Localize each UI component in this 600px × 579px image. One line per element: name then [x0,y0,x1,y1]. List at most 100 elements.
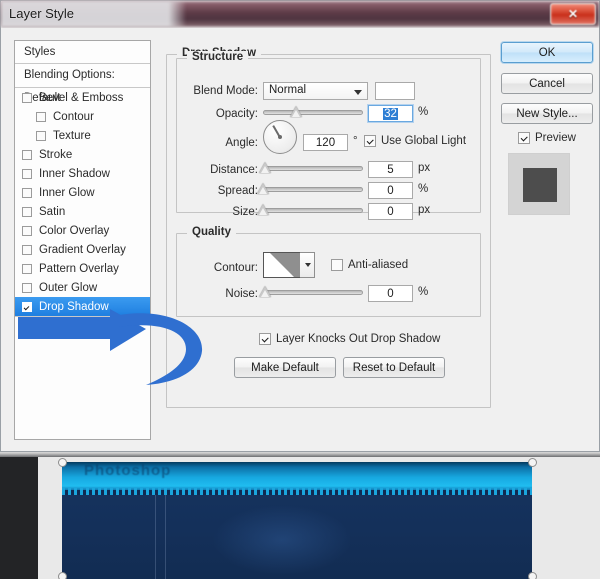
spread-slider-thumb[interactable] [257,183,269,194]
anti-aliased-checkbox[interactable] [331,259,343,271]
layer-knocks-out-label: Layer Knocks Out Drop Shadow [276,333,441,345]
shadow-color-swatch[interactable] [375,82,415,100]
gradient-overlay-checkbox[interactable] [22,244,32,255]
transform-handle[interactable] [58,458,67,467]
drop-shadow-checkbox[interactable] [22,301,32,312]
dialog-actions-panel: OK Cancel New Style... Preview [501,40,593,440]
use-global-light-checkbox[interactable] [364,135,376,147]
ok-button[interactable]: OK [501,42,593,63]
sidebar-item-inner-shadow[interactable]: Inner Shadow [15,164,150,183]
sidebar-item-texture[interactable]: Texture [15,126,150,145]
noise-slider-track [263,290,363,295]
transform-handle[interactable] [528,572,537,579]
transform-handle[interactable] [528,458,537,467]
angle-dial-hub [278,135,282,139]
size-slider[interactable] [257,203,363,217]
spread-input[interactable]: 0 [368,182,413,199]
opacity-value: 32 [383,108,398,120]
sidebar-item-label: Satin [39,205,66,218]
distance-input[interactable]: 5 [368,161,413,178]
blend-mode-select[interactable]: Normal [263,82,368,100]
distance-slider-thumb[interactable] [259,162,271,173]
layer-knocks-out-checkbox-row[interactable]: Layer Knocks Out Drop Shadow [259,333,440,345]
contour-preview[interactable] [263,252,301,278]
contour-curve-graphic [264,253,300,277]
distance-unit: px [418,162,431,174]
spread-slider-track [263,187,363,192]
quality-group-title: Quality [187,226,236,238]
styles-list-panel: Styles Blending Options: Default Bevel &… [14,40,151,440]
sidebar-item-pattern-overlay[interactable]: Pattern Overlay [15,259,150,278]
noise-slider-thumb[interactable] [259,286,271,297]
satin-checkbox[interactable] [22,206,32,217]
noise-input[interactable]: 0 [368,285,413,302]
styles-header[interactable]: Styles [15,41,150,64]
sidebar-item-label: Bevel & Emboss [39,91,124,104]
sidebar-item-label: Color Overlay [39,224,110,237]
use-global-light-label: Use Global Light [381,135,467,147]
sidebar-item-label: Drop Shadow [39,300,109,313]
sidebar-item-gradient-overlay[interactable]: Gradient Overlay [15,240,150,259]
layer-knocks-out-checkbox[interactable] [259,333,271,345]
mockup-banner-title: Photoshop [84,462,172,479]
style-preview-thumbnail [508,153,570,215]
sidebar-item-satin[interactable]: Satin [15,202,150,221]
chevron-down-icon [305,263,311,267]
sidebar-item-blending-options[interactable]: Blending Options: Default [15,64,150,104]
preview-checkbox[interactable] [518,132,530,144]
anti-aliased-checkbox-row[interactable]: Anti-aliased [331,259,408,271]
color-overlay-checkbox[interactable] [22,225,32,236]
quality-group: Quality [176,226,481,317]
mockup-body-glow [212,505,352,575]
transform-handle[interactable] [58,572,67,579]
size-unit: px [418,204,431,216]
dialog-body: Styles Blending Options: Default Bevel &… [1,28,599,451]
contour-dropdown-button[interactable] [300,252,315,278]
texture-checkbox[interactable] [36,130,46,141]
angle-dial[interactable] [263,120,297,154]
inner-glow-checkbox[interactable] [22,187,32,198]
blend-mode-value: Normal [269,84,307,96]
anti-aliased-label: Anti-aliased [348,259,409,271]
size-slider-thumb[interactable] [257,204,269,215]
mockup-body [62,495,532,579]
cancel-button[interactable]: Cancel [501,73,593,94]
sidebar-item-drop-shadow[interactable]: Drop Shadow [15,297,150,316]
sidebar-item-stroke[interactable]: Stroke [15,145,150,164]
spread-unit: % [418,183,429,195]
mockup-column-divider [155,495,156,579]
close-button[interactable]: ✕ [550,3,596,25]
opacity-input[interactable]: 32 [368,105,413,122]
preview-checkbox-row[interactable]: Preview [518,132,576,144]
sidebar-item-color-overlay[interactable]: Color Overlay [15,221,150,240]
contour-checkbox[interactable] [36,111,46,122]
sidebar-item-label: Outer Glow [39,281,98,294]
make-default-button[interactable]: Make Default [234,357,336,378]
new-style-button[interactable]: New Style... [501,103,593,124]
distance-slider[interactable] [259,161,363,175]
sidebar-item-label: Gradient Overlay [39,243,126,256]
sidebar-item-label: Contour [53,110,94,123]
reset-to-default-button[interactable]: Reset to Default [343,357,445,378]
spread-slider[interactable] [257,182,363,196]
close-icon: ✕ [567,7,579,21]
bevel-emboss-checkbox[interactable] [22,92,32,103]
size-input[interactable]: 0 [368,203,413,220]
pattern-overlay-checkbox[interactable] [22,263,32,274]
opacity-slider-thumb[interactable] [290,106,302,117]
sidebar-item-outer-glow[interactable]: Outer Glow [15,278,150,297]
opacity-label: Opacity: [215,108,258,120]
sidebar-item-label: Texture [53,129,91,142]
sidebar-item-label: Inner Shadow [39,167,110,180]
stroke-checkbox[interactable] [22,149,32,160]
use-global-light-checkbox-row[interactable]: Use Global Light [364,135,466,147]
outer-glow-checkbox[interactable] [22,282,32,293]
distance-slider-track [263,166,363,171]
angle-input[interactable]: 120 [303,134,348,151]
opacity-slider-track [263,110,363,115]
noise-slider[interactable] [259,285,363,299]
preview-shape [523,168,557,202]
sidebar-item-inner-glow[interactable]: Inner Glow [15,183,150,202]
opacity-slider[interactable] [263,105,363,119]
inner-shadow-checkbox[interactable] [22,168,32,179]
